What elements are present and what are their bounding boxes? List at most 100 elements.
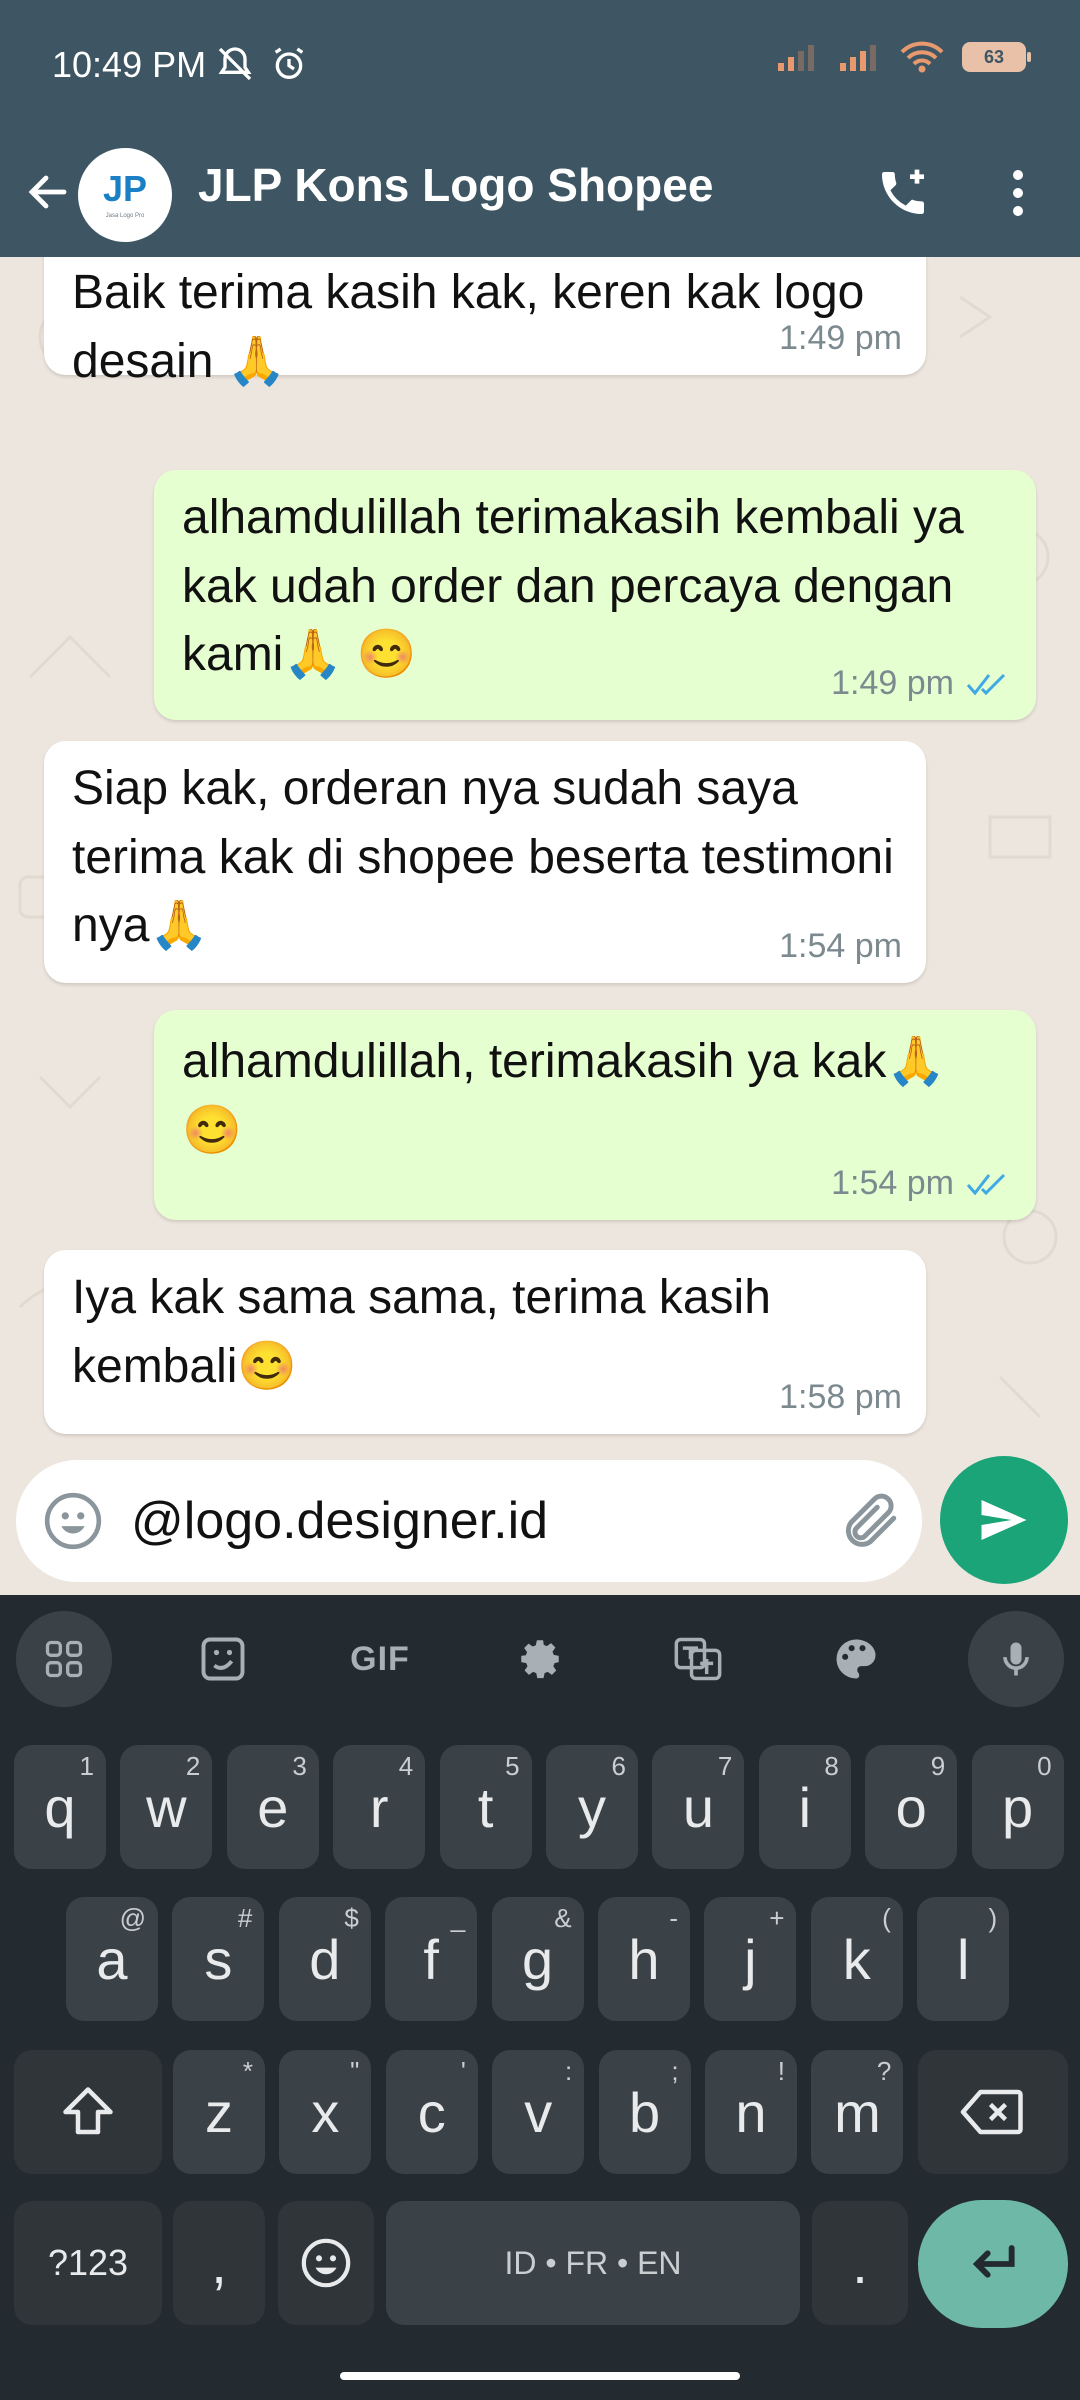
key-label: s: [204, 1927, 233, 1991]
shift-key[interactable]: [14, 2050, 162, 2174]
key-c[interactable]: c ': [385, 2050, 478, 2174]
key-h[interactable]: h-: [598, 1897, 690, 2021]
key-t[interactable]: t5: [439, 1745, 532, 1869]
back-button[interactable]: [18, 162, 78, 222]
settings-button[interactable]: [492, 1611, 588, 1707]
add-call-button[interactable]: [868, 158, 938, 228]
key-secondary-label: ;: [671, 2056, 679, 2086]
key-label: l: [956, 1927, 970, 1991]
key-j[interactable]: j +: [704, 1897, 797, 2021]
period-key[interactable]: .: [812, 2201, 908, 2325]
emoji-key[interactable]: [278, 2201, 374, 2325]
attach-button[interactable]: [836, 1488, 902, 1554]
send-button[interactable]: [940, 1456, 1068, 1584]
key-secondary-label: (: [882, 1903, 891, 1933]
enter-key[interactable]: [918, 2200, 1068, 2328]
key-label: t: [477, 1775, 494, 1839]
message-time: 1:49 pm: [831, 664, 954, 703]
key-secondary-label: &: [554, 1903, 572, 1933]
status-bar: 10:49 PM 63: [0, 0, 1080, 130]
message-bubble-outgoing[interactable]: alhamdulillah, terimakasih ya kak🙏 😊 1:5…: [154, 1010, 1036, 1220]
key-u[interactable]: u7: [652, 1745, 745, 1869]
key-secondary-label: 6: [611, 1751, 626, 1781]
key-a[interactable]: a @: [66, 1897, 158, 2021]
key-label: f: [423, 1927, 439, 1991]
key-p[interactable]: p0: [971, 1745, 1064, 1869]
key-w[interactable]: w2: [120, 1745, 213, 1869]
message-text: alhamdulillah, terimakasih ya kak🙏 😊: [182, 1035, 960, 1157]
key-secondary-label: ?: [876, 2056, 892, 2086]
key-y[interactable]: y6: [546, 1745, 638, 1869]
key-secondary-label: :: [564, 2056, 573, 2086]
key-secondary-label: *: [242, 2056, 253, 2086]
chat-messages[interactable]: Baik terima kasih kak, keren kak logo de…: [0, 257, 1080, 1597]
key-label: d: [309, 1927, 341, 1991]
key-label: z: [205, 2080, 233, 2144]
key-i[interactable]: i8: [758, 1745, 851, 1869]
key-x[interactable]: x ": [279, 2050, 372, 2174]
contact-avatar[interactable]: JP Jasa Logo Pro: [78, 148, 172, 242]
key-label: j: [744, 1927, 757, 1991]
emoji-button[interactable]: [42, 1490, 104, 1552]
key-secondary-label: @: [119, 1903, 146, 1933]
backspace-key[interactable]: [918, 2050, 1068, 2174]
key-secondary-label: 4: [398, 1751, 414, 1781]
key-label: g: [522, 1927, 554, 1991]
key-secondary-label: !: [777, 2056, 785, 2086]
more-options-button[interactable]: [990, 158, 1046, 228]
apps-button[interactable]: [16, 1611, 112, 1707]
symbols-key[interactable]: ?123: [14, 2201, 162, 2325]
key-b[interactable]: b;: [598, 2050, 691, 2174]
gif-button[interactable]: GIF: [332, 1611, 428, 1707]
gesture-handle: [340, 2372, 740, 2380]
battery-icon: 63: [962, 42, 1031, 72]
theme-button[interactable]: [808, 1611, 904, 1707]
translate-button[interactable]: [650, 1611, 746, 1707]
message-bubble-incoming[interactable]: Baik terima kasih kak, keren kak logo de…: [44, 257, 926, 388]
message-bubble-incoming[interactable]: Iya kak sama sama, terima kasih kembali😊…: [44, 1250, 926, 1434]
key-secondary-label: 7: [717, 1751, 733, 1781]
key-q[interactable]: q1: [14, 1745, 106, 1869]
key-secondary-label: +: [769, 1903, 785, 1933]
comma-key[interactable]: ,: [173, 2201, 265, 2325]
key-label: x: [311, 2080, 340, 2144]
key-label: k: [842, 1927, 871, 1991]
key-m[interactable]: m?: [811, 2050, 904, 2174]
emoji-icon: [301, 2238, 351, 2288]
key-f[interactable]: f _: [385, 1897, 478, 2021]
key-secondary-label: 1: [79, 1751, 94, 1781]
key-v[interactable]: v:: [492, 2050, 585, 2174]
message-bubble-outgoing[interactable]: alhamdulillah terimakasih kembali ya kak…: [154, 470, 1036, 720]
shift-icon: [63, 2087, 113, 2135]
key-secondary-label: 3: [292, 1751, 307, 1781]
message-input[interactable]: [131, 1480, 821, 1562]
key-e[interactable]: e3: [226, 1745, 319, 1869]
key-g[interactable]: g &: [491, 1897, 584, 2021]
key-label: y: [578, 1775, 606, 1839]
add-call-icon: [882, 169, 924, 214]
voice-input-button[interactable]: [968, 1611, 1064, 1707]
key-o[interactable]: o9: [865, 1745, 958, 1869]
key-secondary-label: 0: [1037, 1751, 1052, 1781]
key-label: p: [1002, 1775, 1034, 1839]
space-key[interactable]: ID • FR • EN: [386, 2201, 800, 2325]
apps-icon: [45, 1640, 83, 1678]
chat-header: JP Jasa Logo Pro JLP Kons Logo Shopee: [0, 130, 1080, 257]
key-z[interactable]: z *: [173, 2050, 265, 2174]
key-k[interactable]: k(: [810, 1897, 903, 2021]
gif-label: GIF: [350, 1639, 410, 1678]
key-secondary-label: ): [988, 1903, 998, 1933]
contact-name[interactable]: JLP Kons Logo Shopee: [198, 158, 713, 212]
key-n[interactable]: n!: [705, 2050, 797, 2174]
key-secondary-label: #: [237, 1903, 253, 1933]
key-s[interactable]: s #: [172, 1897, 265, 2021]
message-bubble-incoming[interactable]: Siap kak, orderan nya sudah saya terima …: [44, 741, 926, 983]
key-label: w: [146, 1775, 187, 1839]
key-r[interactable]: r4: [333, 1745, 426, 1869]
sticker-button[interactable]: [175, 1611, 271, 1707]
key-d[interactable]: d $: [278, 1897, 371, 2021]
key-label: i: [798, 1775, 812, 1839]
send-icon: [981, 1500, 1027, 1540]
enter-icon: [972, 2245, 1015, 2278]
key-l[interactable]: l): [917, 1897, 1010, 2021]
